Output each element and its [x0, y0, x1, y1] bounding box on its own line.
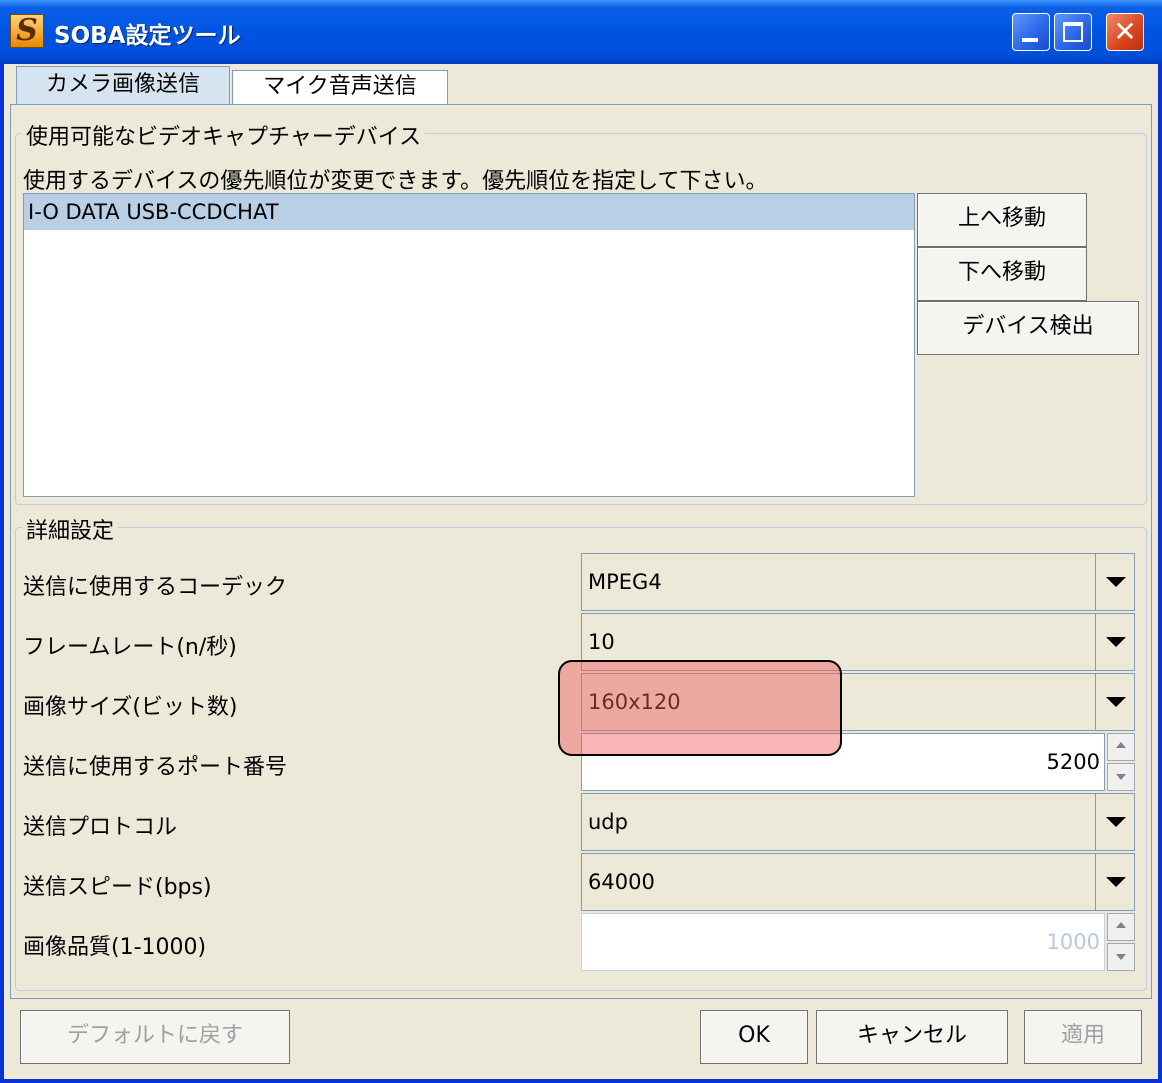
- chevron-down-icon: [1106, 817, 1126, 827]
- speed-select[interactable]: 64000: [581, 853, 1135, 911]
- codec-dropdown-button[interactable]: [1096, 554, 1134, 610]
- speed-value: 64000: [582, 854, 1096, 910]
- framerate-label: フレームレート(n/秒): [23, 635, 237, 660]
- protocol-value: udp: [582, 794, 1096, 850]
- move-down-button[interactable]: 下へ移動: [917, 247, 1087, 301]
- highlight-annotation: [558, 660, 842, 756]
- image-size-label: 画像サイズ(ビット数): [23, 695, 238, 720]
- speed-label: 送信スピード(bps): [23, 875, 212, 900]
- move-up-button[interactable]: 上へ移動: [917, 193, 1087, 247]
- list-item-device[interactable]: I-O DATA USB-CCDCHAT: [24, 194, 914, 230]
- tab-microphone[interactable]: マイク音声送信: [232, 70, 448, 104]
- quality-decrement-button[interactable]: [1107, 943, 1135, 971]
- image-size-dropdown-button[interactable]: [1096, 674, 1134, 730]
- cancel-button[interactable]: キャンセル: [816, 1010, 1008, 1064]
- maximize-icon: [1063, 22, 1083, 42]
- title-bar[interactable]: S SOBA設定ツール ✕: [0, 0, 1162, 64]
- port-decrement-button[interactable]: [1107, 763, 1135, 791]
- details-group-legend: 詳細設定: [22, 513, 119, 545]
- detect-devices-button[interactable]: デバイス検出: [917, 301, 1139, 355]
- chevron-down-icon: [1106, 577, 1126, 587]
- port-label: 送信に使用するポート番号: [23, 755, 288, 780]
- maximize-button[interactable]: [1054, 13, 1092, 51]
- quality-increment-button[interactable]: [1107, 913, 1135, 941]
- chevron-down-icon: [1106, 877, 1126, 887]
- port-increment-button[interactable]: [1107, 733, 1135, 761]
- quality-input[interactable]: 1000: [581, 913, 1105, 971]
- window-title: SOBA設定ツール: [54, 23, 241, 49]
- device-list[interactable]: I-O DATA USB-CCDCHAT: [23, 193, 915, 497]
- codec-select[interactable]: MPEG4: [581, 553, 1135, 611]
- app-window: S SOBA設定ツール ✕ カメラ画像送信 マイク音声送信 使用可能なビデオキャ…: [0, 0, 1162, 1083]
- speed-dropdown-button[interactable]: [1096, 854, 1134, 910]
- protocol-dropdown-button[interactable]: [1096, 794, 1134, 850]
- tab-panel-camera: 使用可能なビデオキャプチャーデバイス 使用するデバイスの優先順位が変更できます。…: [10, 104, 1152, 999]
- protocol-select[interactable]: udp: [581, 793, 1135, 851]
- client-area: カメラ画像送信 マイク音声送信 使用可能なビデオキャプチャーデバイス 使用するデ…: [4, 64, 1158, 1079]
- reset-defaults-button[interactable]: デフォルトに戻す: [20, 1010, 290, 1064]
- chevron-up-icon: [1116, 922, 1126, 928]
- protocol-label: 送信プロトコル: [23, 815, 178, 840]
- quality-label: 画像品質(1-1000): [23, 935, 207, 960]
- chevron-down-icon: [1106, 697, 1126, 707]
- minimize-button[interactable]: [1012, 13, 1050, 51]
- chevron-up-icon: [1116, 742, 1126, 748]
- codec-label: 送信に使用するコーデック: [23, 575, 288, 600]
- chevron-down-icon: [1116, 954, 1126, 960]
- app-logo-icon: S: [10, 14, 44, 48]
- framerate-dropdown-button[interactable]: [1096, 614, 1134, 670]
- device-group-legend: 使用可能なビデオキャプチャーデバイス: [22, 119, 426, 151]
- close-button[interactable]: ✕: [1106, 13, 1144, 51]
- chevron-down-icon: [1106, 637, 1126, 647]
- quality-spinner[interactable]: 1000: [581, 913, 1135, 971]
- ok-button[interactable]: OK: [700, 1010, 808, 1064]
- minimize-icon: [1022, 38, 1038, 42]
- chevron-down-icon: [1116, 774, 1126, 780]
- codec-value: MPEG4: [582, 554, 1096, 610]
- device-description: 使用するデバイスの優先順位が変更できます。優先順位を指定して下さい。: [23, 169, 768, 194]
- tab-camera[interactable]: カメラ画像送信: [16, 66, 230, 104]
- close-icon: ✕: [1113, 15, 1137, 48]
- apply-button[interactable]: 適用: [1024, 1010, 1142, 1064]
